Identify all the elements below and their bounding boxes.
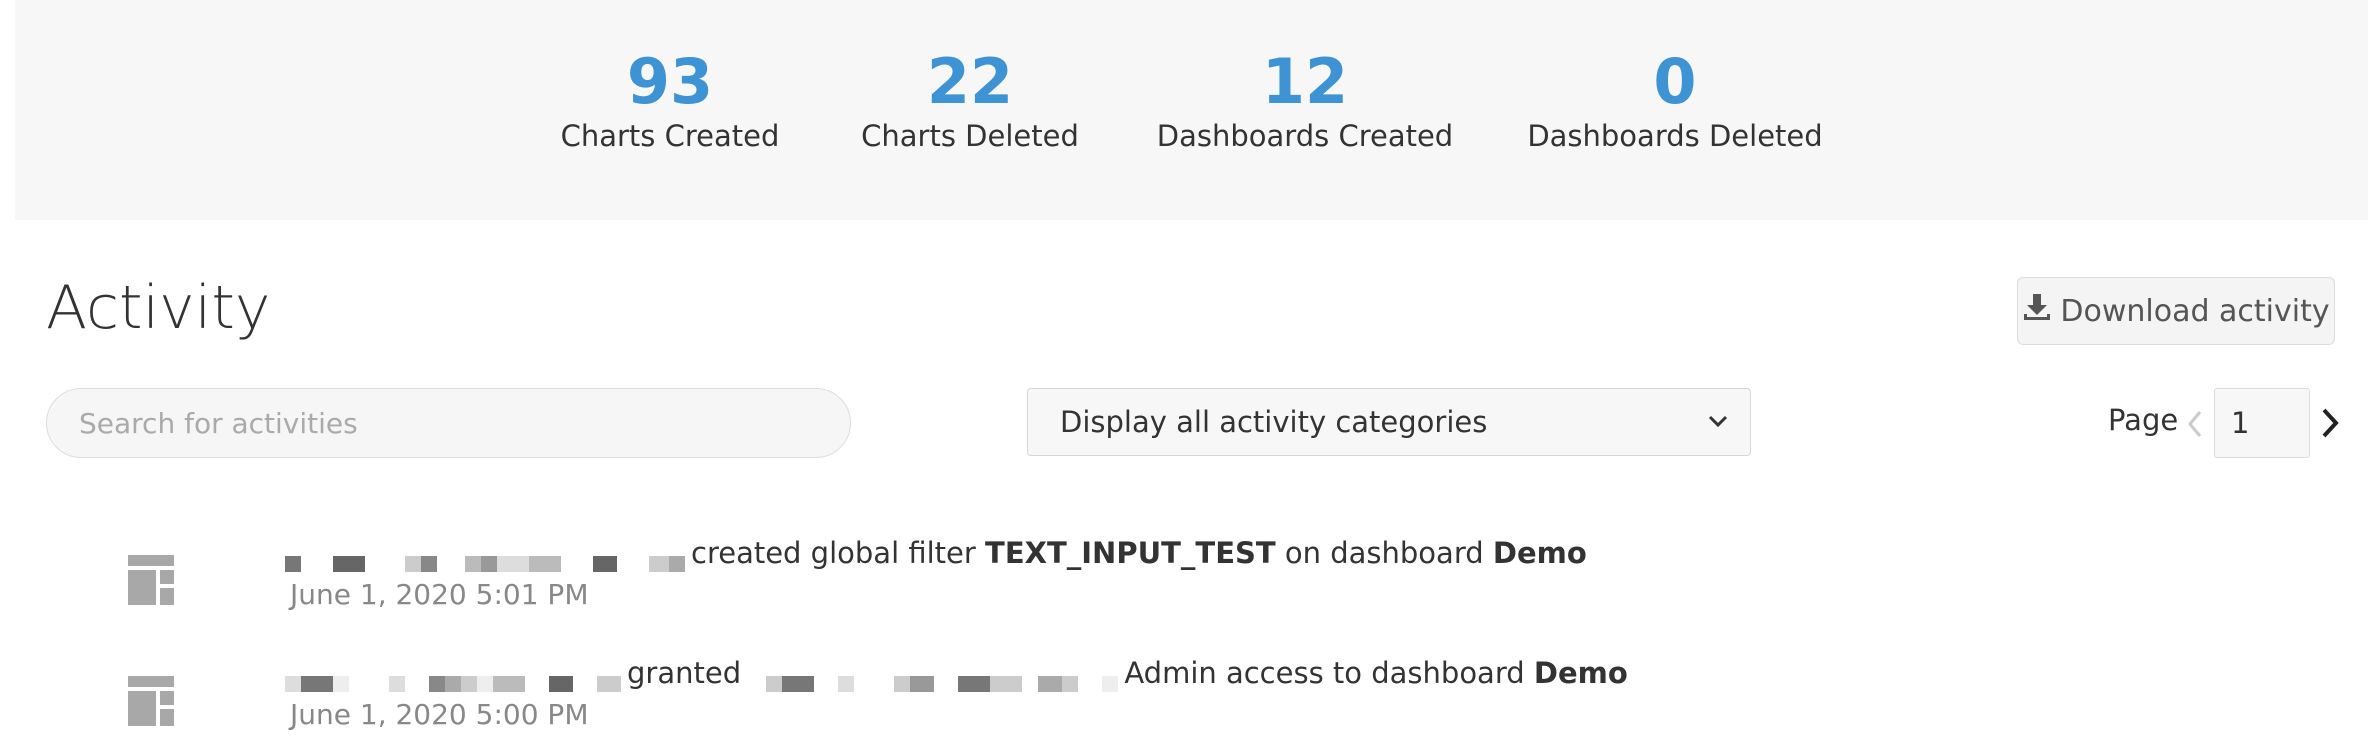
feed-item-line: created global filter TEXT_INPUT_TEST on… xyxy=(285,536,1587,572)
page-number-input[interactable]: 1 xyxy=(2214,388,2310,458)
stat-dashboards-created: 12 Dashboards Created xyxy=(1150,42,1460,154)
stat-label: Dashboards Deleted xyxy=(1527,119,1823,153)
chevron-right-icon[interactable] xyxy=(2318,404,2342,442)
dashboard-icon xyxy=(128,555,174,605)
page-title: Activity xyxy=(46,273,271,343)
feed-joiner: Admin access to dashboard xyxy=(1124,656,1525,690)
feed-timestamp: June 1, 2020 5:00 PM xyxy=(290,698,589,731)
stat-charts-deleted: 22 Charts Deleted xyxy=(860,42,1080,154)
chevron-left-icon[interactable] xyxy=(2184,406,2206,442)
page-label: Page xyxy=(2108,403,2179,437)
feed-object: Demo xyxy=(1533,656,1628,690)
category-select[interactable]: Display all activity categories xyxy=(1027,388,1751,456)
stat-dashboards-deleted: 0 Dashboards Deleted xyxy=(1520,42,1830,154)
chevron-down-icon xyxy=(1708,415,1728,428)
redacted-user xyxy=(285,665,621,692)
stat-value: 12 xyxy=(1261,45,1349,118)
feed-target: TEXT_INPUT_TEST xyxy=(985,536,1276,570)
feed-action: created global filter xyxy=(691,536,976,570)
stat-label: Dashboards Created xyxy=(1156,119,1454,153)
download-label: Download activity xyxy=(2060,293,2330,329)
download-activity-button[interactable]: Download activity xyxy=(2017,277,2335,345)
category-select-value: Display all activity categories xyxy=(1060,405,1488,439)
feed-timestamp: June 1, 2020 5:01 PM xyxy=(290,578,589,611)
download-icon xyxy=(2022,292,2052,330)
stat-value: 22 xyxy=(926,45,1014,118)
stat-label: Charts Created xyxy=(560,119,780,153)
redacted-user xyxy=(285,545,685,572)
search-input[interactable] xyxy=(46,388,851,458)
page-number-value: 1 xyxy=(2231,406,2250,440)
stat-label: Charts Deleted xyxy=(861,119,1079,153)
stat-charts-created: 93 Charts Created xyxy=(560,42,780,154)
stat-value: 0 xyxy=(1653,45,1697,118)
feed-item-line: granted Admin access to dashboard Demo xyxy=(285,656,1628,692)
feed-object: Demo xyxy=(1492,536,1587,570)
feed-action: granted xyxy=(627,656,742,690)
feed-joiner: on dashboard xyxy=(1284,536,1484,570)
dashboard-icon xyxy=(128,676,174,726)
redacted-grantee xyxy=(750,665,1119,692)
stat-value: 93 xyxy=(626,45,714,118)
